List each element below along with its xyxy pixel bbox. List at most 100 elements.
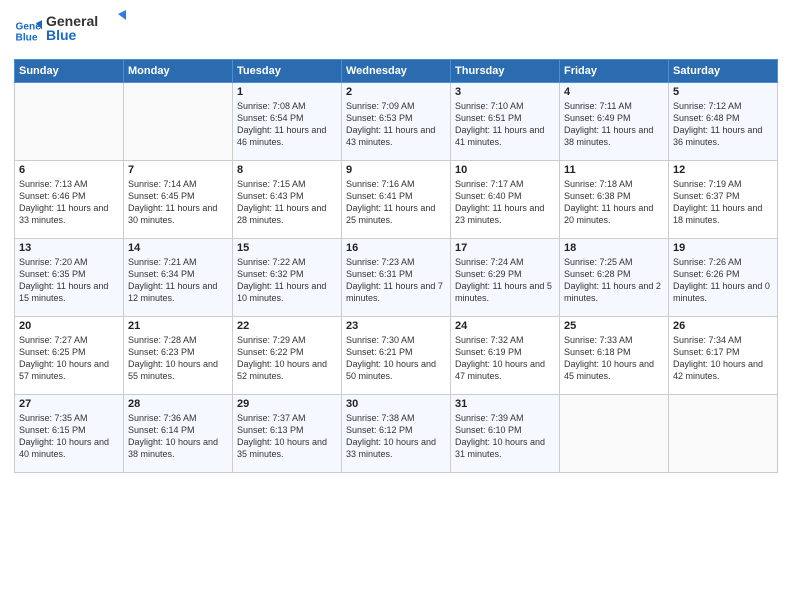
day-cell-6: 5 Sunrise: 7:12 AMSunset: 6:48 PMDaylight… xyxy=(669,83,778,161)
day-info: Sunrise: 7:08 AMSunset: 6:54 PMDaylight:… xyxy=(237,100,337,149)
day-cell-18: 17 Sunrise: 7:24 AMSunset: 6:29 PMDayligh… xyxy=(451,239,560,317)
day-info: Sunrise: 7:21 AMSunset: 6:34 PMDaylight:… xyxy=(128,256,228,305)
day-info: Sunrise: 7:35 AMSunset: 6:15 PMDaylight:… xyxy=(19,412,119,461)
weekday-header-wednesday: Wednesday xyxy=(342,60,451,83)
day-cell-23: 22 Sunrise: 7:29 AMSunset: 6:22 PMDayligh… xyxy=(233,317,342,395)
day-info: Sunrise: 7:10 AMSunset: 6:51 PMDaylight:… xyxy=(455,100,555,149)
day-cell-29: 28Sunrise: 7:36 AMSunset: 6:14 PMDayligh… xyxy=(124,395,233,473)
day-cell-24: 23Sunrise: 7:30 AMSunset: 6:21 PMDayligh… xyxy=(342,317,451,395)
day-cell-5: 4 Sunrise: 7:11 AMSunset: 6:49 PMDaylight… xyxy=(560,83,669,161)
day-number: 17 xyxy=(455,242,555,254)
day-cell-34 xyxy=(669,395,778,473)
day-cell-16: 15 Sunrise: 7:22 AMSunset: 6:32 PMDayligh… xyxy=(233,239,342,317)
day-info: Sunrise: 7:14 AMSunset: 6:45 PMDaylight:… xyxy=(128,178,228,227)
day-info: Sunrise: 7:11 AMSunset: 6:49 PMDaylight:… xyxy=(564,100,664,149)
day-number: 12 xyxy=(673,164,773,176)
weekday-header-sunday: Sunday xyxy=(15,60,124,83)
day-info: Sunrise: 7:28 AMSunset: 6:23 PMDaylight:… xyxy=(128,334,228,383)
weekday-header-thursday: Thursday xyxy=(451,60,560,83)
day-cell-15: 14Sunrise: 7:21 AMSunset: 6:34 PMDayligh… xyxy=(124,239,233,317)
day-info: Sunrise: 7:15 AMSunset: 6:43 PMDaylight:… xyxy=(237,178,337,227)
day-number: 16 xyxy=(346,242,446,254)
day-info: Sunrise: 7:09 AMSunset: 6:53 PMDaylight:… xyxy=(346,100,446,149)
day-cell-21: 20 Sunrise: 7:27 AMSunset: 6:25 PMDayligh… xyxy=(15,317,124,395)
weekday-header-saturday: Saturday xyxy=(669,60,778,83)
day-number: 6 xyxy=(19,164,119,176)
weekday-header-monday: Monday xyxy=(124,60,233,83)
day-cell-11: 10Sunrise: 7:17 AMSunset: 6:40 PMDayligh… xyxy=(451,161,560,239)
logo: General Blue General Blue xyxy=(14,10,126,51)
day-number: 26 xyxy=(673,320,773,332)
day-number: 19 xyxy=(673,242,773,254)
day-cell-2: 1 Sunrise: 7:08 AMSunset: 6:54 PMDaylight… xyxy=(233,83,342,161)
day-info: Sunrise: 7:12 AMSunset: 6:48 PMDaylight:… xyxy=(673,100,773,149)
day-cell-28: 27Sunrise: 7:35 AMSunset: 6:15 PMDayligh… xyxy=(15,395,124,473)
day-number: 7 xyxy=(128,164,228,176)
week-row-1: 1 Sunrise: 7:08 AMSunset: 6:54 PMDaylight… xyxy=(15,83,778,161)
day-number: 2 xyxy=(346,86,446,98)
day-number: 10 xyxy=(455,164,555,176)
day-number: 8 xyxy=(237,164,337,176)
day-cell-14: 13 Sunrise: 7:20 AMSunset: 6:35 PMDayligh… xyxy=(15,239,124,317)
day-cell-10: 9 Sunrise: 7:16 AMSunset: 6:41 PMDaylight… xyxy=(342,161,451,239)
day-cell-33 xyxy=(560,395,669,473)
week-row-5: 27Sunrise: 7:35 AMSunset: 6:15 PMDayligh… xyxy=(15,395,778,473)
day-cell-30: 29Sunrise: 7:37 AMSunset: 6:13 PMDayligh… xyxy=(233,395,342,473)
day-number: 30 xyxy=(346,398,446,410)
day-cell-0 xyxy=(15,83,124,161)
day-info: Sunrise: 7:33 AMSunset: 6:18 PMDaylight:… xyxy=(564,334,664,383)
day-info: Sunrise: 7:29 AMSunset: 6:22 PMDaylight:… xyxy=(237,334,337,383)
page: General Blue General Blue SundayMondayTu… xyxy=(0,0,792,612)
day-cell-4: 3Sunrise: 7:10 AMSunset: 6:51 PMDaylight… xyxy=(451,83,560,161)
day-number: 20 xyxy=(19,320,119,332)
calendar-table: SundayMondayTuesdayWednesdayThursdayFrid… xyxy=(14,59,778,473)
day-cell-19: 18Sunrise: 7:25 AMSunset: 6:28 PMDayligh… xyxy=(560,239,669,317)
svg-text:Blue: Blue xyxy=(46,27,77,43)
day-info: Sunrise: 7:36 AMSunset: 6:14 PMDaylight:… xyxy=(128,412,228,461)
weekday-header-friday: Friday xyxy=(560,60,669,83)
day-info: Sunrise: 7:32 AMSunset: 6:19 PMDaylight:… xyxy=(455,334,555,383)
day-info: Sunrise: 7:16 AMSunset: 6:41 PMDaylight:… xyxy=(346,178,446,227)
day-cell-31: 30 Sunrise: 7:38 AMSunset: 6:12 PMDayligh… xyxy=(342,395,451,473)
day-number: 15 xyxy=(237,242,337,254)
day-info: Sunrise: 7:23 AMSunset: 6:31 PMDaylight:… xyxy=(346,256,446,305)
day-cell-1 xyxy=(124,83,233,161)
day-info: Sunrise: 7:13 AMSunset: 6:46 PMDaylight:… xyxy=(19,178,119,227)
day-info: Sunrise: 7:19 AMSunset: 6:37 PMDaylight:… xyxy=(673,178,773,227)
svg-text:Blue: Blue xyxy=(16,32,38,43)
day-cell-13: 12 Sunrise: 7:19 AMSunset: 6:37 PMDayligh… xyxy=(669,161,778,239)
day-cell-32: 31Sunrise: 7:39 AMSunset: 6:10 PMDayligh… xyxy=(451,395,560,473)
day-number: 9 xyxy=(346,164,446,176)
day-cell-9: 8 Sunrise: 7:15 AMSunset: 6:43 PMDaylight… xyxy=(233,161,342,239)
logo-svg: General Blue xyxy=(46,10,126,46)
day-number: 4 xyxy=(564,86,664,98)
day-number: 11 xyxy=(564,164,664,176)
day-number: 18 xyxy=(564,242,664,254)
day-number: 22 xyxy=(237,320,337,332)
day-cell-26: 25Sunrise: 7:33 AMSunset: 6:18 PMDayligh… xyxy=(560,317,669,395)
day-info: Sunrise: 7:30 AMSunset: 6:21 PMDaylight:… xyxy=(346,334,446,383)
day-info: Sunrise: 7:20 AMSunset: 6:35 PMDaylight:… xyxy=(19,256,119,305)
day-info: Sunrise: 7:24 AMSunset: 6:29 PMDaylight:… xyxy=(455,256,555,305)
week-row-4: 20 Sunrise: 7:27 AMSunset: 6:25 PMDayligh… xyxy=(15,317,778,395)
day-cell-27: 26Sunrise: 7:34 AMSunset: 6:17 PMDayligh… xyxy=(669,317,778,395)
day-number: 21 xyxy=(128,320,228,332)
weekday-header-row: SundayMondayTuesdayWednesdayThursdayFrid… xyxy=(15,60,778,83)
day-info: Sunrise: 7:18 AMSunset: 6:38 PMDaylight:… xyxy=(564,178,664,227)
day-number: 1 xyxy=(237,86,337,98)
day-number: 13 xyxy=(19,242,119,254)
day-cell-3: 2 Sunrise: 7:09 AMSunset: 6:53 PMDaylight… xyxy=(342,83,451,161)
day-number: 5 xyxy=(673,86,773,98)
day-cell-22: 21 Sunrise: 7:28 AMSunset: 6:23 PMDayligh… xyxy=(124,317,233,395)
header: General Blue General Blue xyxy=(14,10,778,51)
weekday-header-tuesday: Tuesday xyxy=(233,60,342,83)
week-row-2: 6 Sunrise: 7:13 AMSunset: 6:46 PMDaylight… xyxy=(15,161,778,239)
logo-icon: General Blue xyxy=(14,17,42,45)
day-number: 24 xyxy=(455,320,555,332)
day-info: Sunrise: 7:27 AMSunset: 6:25 PMDaylight:… xyxy=(19,334,119,383)
day-cell-12: 11 Sunrise: 7:18 AMSunset: 6:38 PMDayligh… xyxy=(560,161,669,239)
day-cell-8: 7 Sunrise: 7:14 AMSunset: 6:45 PMDaylight… xyxy=(124,161,233,239)
day-cell-17: 16 Sunrise: 7:23 AMSunset: 6:31 PMDayligh… xyxy=(342,239,451,317)
day-info: Sunrise: 7:38 AMSunset: 6:12 PMDaylight:… xyxy=(346,412,446,461)
day-info: Sunrise: 7:22 AMSunset: 6:32 PMDaylight:… xyxy=(237,256,337,305)
